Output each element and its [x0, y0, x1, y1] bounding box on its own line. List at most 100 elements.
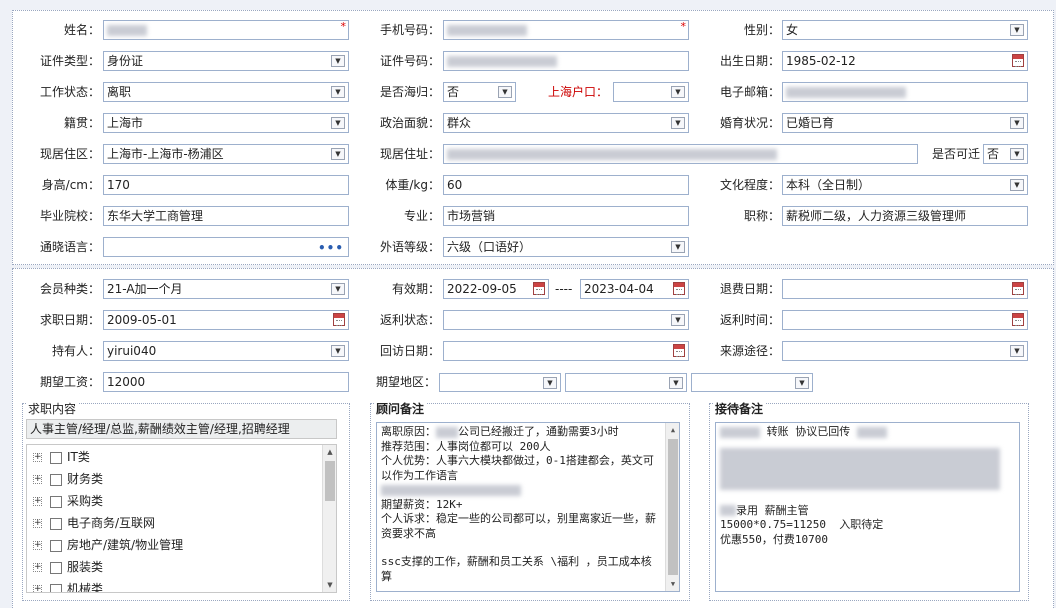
scroll-up-icon[interactable]: ▲ [323, 445, 336, 459]
chevron-down-icon[interactable]: ▼ [331, 117, 345, 129]
political-select[interactable]: 群众 ▼ [443, 113, 689, 133]
tree-item[interactable]: + IT类 [33, 447, 90, 467]
returnee-select[interactable]: 否 ▼ [443, 82, 516, 102]
expand-icon[interactable]: + [33, 563, 42, 572]
chevron-down-icon[interactable]: ▼ [671, 117, 685, 129]
tree-item[interactable]: + 电子商务/互联网 [33, 513, 155, 533]
langlevel-select[interactable]: 六级（口语好） ▼ [443, 237, 689, 257]
scroll-down-icon[interactable]: ▼ [666, 577, 679, 591]
chevron-down-icon[interactable]: ▼ [1010, 179, 1024, 191]
chevron-down-icon[interactable]: ▼ [671, 86, 685, 98]
relocate-select[interactable]: 否 ▼ [983, 144, 1028, 164]
weight-field[interactable]: 60 [443, 175, 689, 195]
rebate-status-select[interactable]: ▼ [443, 310, 689, 330]
scroll-up-icon[interactable]: ▲ [666, 423, 679, 437]
chevron-down-icon[interactable]: ▼ [1010, 148, 1024, 160]
visit-date-field[interactable] [443, 341, 689, 361]
reception-notes-textarea[interactable]: 转账 协议已回传 录用 薪酬主管 15000*0.75=11250 入职待定 优… [715, 422, 1020, 592]
school-field[interactable]: 东华大学工商管理 [103, 206, 349, 226]
education-select[interactable]: 本科（全日制） ▼ [782, 175, 1028, 195]
address-field[interactable] [443, 144, 918, 164]
notes-scrollbar[interactable]: ▲ ▼ [665, 423, 679, 591]
chevron-down-icon[interactable]: ▼ [543, 377, 557, 389]
height-field[interactable]: 170 [103, 175, 349, 195]
scroll-thumb[interactable] [668, 439, 678, 575]
checkbox[interactable] [50, 473, 62, 486]
chevron-down-icon[interactable]: ▼ [1010, 345, 1024, 357]
expand-icon[interactable]: + [33, 475, 42, 484]
scroll-down-icon[interactable]: ▼ [323, 578, 336, 592]
rebate-time-field[interactable] [782, 310, 1028, 330]
chevron-down-icon[interactable]: ▼ [1010, 117, 1024, 129]
name-field[interactable]: * [103, 20, 349, 40]
checkbox[interactable] [50, 495, 62, 508]
workstatus-select[interactable]: 离职 ▼ [103, 82, 349, 102]
area-value: 上海市-上海市-杨浦区 [107, 147, 224, 161]
chevron-down-icon[interactable]: ▼ [331, 148, 345, 160]
calendar-icon[interactable] [673, 344, 685, 357]
chevron-down-icon[interactable]: ▼ [331, 283, 345, 295]
expand-icon[interactable]: + [33, 519, 42, 528]
idno-field[interactable] [443, 51, 689, 71]
chevron-down-icon[interactable]: ▼ [671, 241, 685, 253]
idtype-value: 身份证 [107, 54, 144, 68]
area-select[interactable]: 上海市-上海市-杨浦区 ▼ [103, 144, 349, 164]
expand-icon[interactable]: + [33, 541, 42, 550]
source-select[interactable]: ▼ [782, 341, 1028, 361]
consultant-notes-textarea[interactable]: 离职原因： 公司已经搬迁了，通勤需要3小时 推荐范围：人事岗位都可以 200人 个… [376, 422, 680, 592]
chevron-down-icon[interactable]: ▼ [331, 86, 345, 98]
job-date-field[interactable]: 2009-05-01 [103, 310, 349, 330]
scroll-thumb[interactable] [325, 461, 335, 501]
calendar-icon[interactable] [533, 282, 545, 295]
tree-scrollbar[interactable]: ▲ ▼ [322, 445, 336, 592]
expand-icon[interactable]: + [33, 585, 42, 592]
salary-field[interactable]: 12000 [103, 372, 349, 392]
holder-select[interactable]: yirui040 ▼ [103, 341, 349, 361]
title-field[interactable]: 薪税师二级，人力资源三级管理师 [782, 206, 1028, 226]
expand-icon[interactable]: + [33, 497, 42, 506]
ellipsis-icon[interactable]: ••• [318, 239, 344, 256]
member-type-select[interactable]: 21-A加一个月 ▼ [103, 279, 349, 299]
chevron-down-icon[interactable]: ▼ [331, 345, 345, 357]
phone-field[interactable]: * [443, 20, 689, 40]
tree-item[interactable]: + 机械类 [33, 579, 103, 592]
checkbox[interactable] [50, 517, 62, 530]
chevron-down-icon[interactable]: ▼ [331, 55, 345, 67]
job-category-tree[interactable]: + IT类 + 财务类 + 采购类 + 电子商务/互联网 + 房地产/建筑/物业管理 + 服… [26, 444, 337, 593]
tree-item[interactable]: + 服装类 [33, 557, 103, 577]
checkbox[interactable] [50, 561, 62, 574]
chevron-down-icon[interactable]: ▼ [669, 377, 683, 389]
chevron-down-icon[interactable]: ▼ [1010, 24, 1024, 36]
languages-field[interactable]: ••• [103, 237, 349, 257]
calendar-icon[interactable] [1012, 313, 1024, 326]
checkbox[interactable] [50, 451, 62, 464]
origin-select[interactable]: 上海市 ▼ [103, 113, 349, 133]
marital-select[interactable]: 已婚已育 ▼ [782, 113, 1028, 133]
expand-icon[interactable]: + [33, 453, 42, 462]
gender-select[interactable]: 女 ▼ [782, 20, 1028, 40]
refund-date-field[interactable] [782, 279, 1028, 299]
region-city-select[interactable]: ▼ [565, 373, 687, 392]
hukou-select[interactable]: ▼ [613, 82, 689, 102]
idtype-select[interactable]: 身份证 ▼ [103, 51, 349, 71]
email-field[interactable] [782, 82, 1028, 102]
validity-to-field[interactable]: 2023-04-04 [580, 279, 689, 299]
chevron-down-icon[interactable]: ▼ [498, 86, 512, 98]
tree-item[interactable]: + 财务类 [33, 469, 103, 489]
tree-item[interactable]: + 采购类 [33, 491, 103, 511]
validity-from-field[interactable]: 2022-09-05 [443, 279, 549, 299]
region-district-select[interactable]: ▼ [691, 373, 813, 392]
calendar-icon[interactable] [333, 313, 345, 326]
major-field[interactable]: 市场营销 [443, 206, 689, 226]
calendar-icon[interactable] [1012, 54, 1024, 67]
tree-item[interactable]: + 房地产/建筑/物业管理 [33, 535, 183, 555]
chevron-down-icon[interactable]: ▼ [795, 377, 809, 389]
birth-date-field[interactable]: 1985-02-12 [782, 51, 1028, 71]
checkbox[interactable] [50, 583, 62, 592]
region-province-select[interactable]: ▼ [439, 373, 561, 392]
calendar-icon[interactable] [673, 282, 685, 295]
calendar-icon[interactable] [1012, 282, 1024, 295]
major-label: 专业： [403, 209, 440, 223]
checkbox[interactable] [50, 539, 62, 552]
chevron-down-icon[interactable]: ▼ [671, 314, 685, 326]
